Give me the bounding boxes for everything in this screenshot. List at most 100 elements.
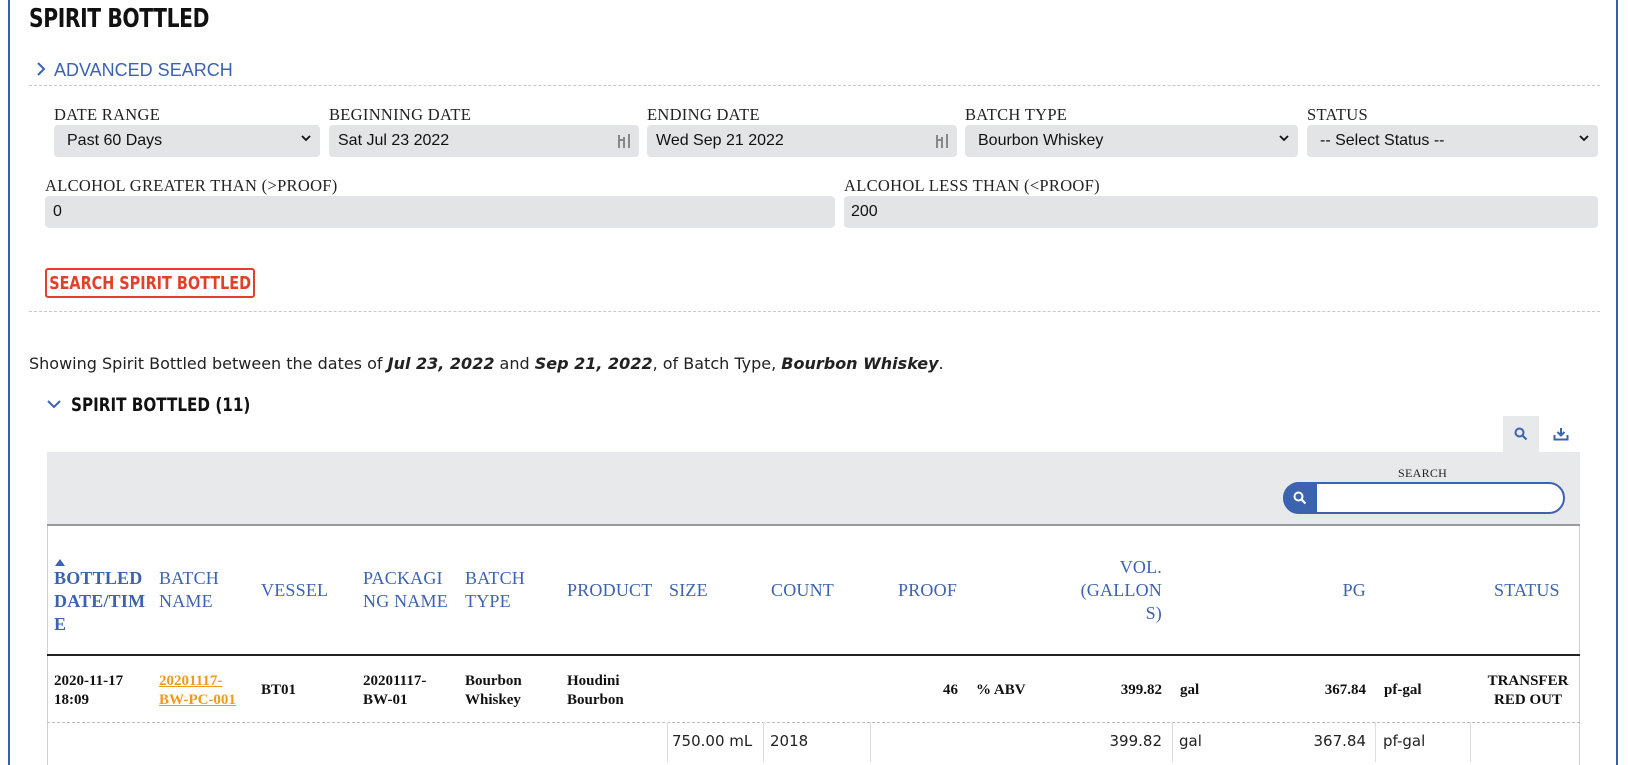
alcohol-lt-label: ALCOHOL LESS THAN (<PROOF): [844, 176, 1100, 195]
cell-bottled: 2020-11-17 18:09: [54, 672, 123, 710]
cell-packaging-name: 20201117- BW-01: [363, 672, 426, 710]
cell-line: 20201117-: [159, 673, 223, 689]
column-header-bottled[interactable]: BOTTLED DATE/TIM E: [54, 567, 145, 636]
chevron-down-icon: [1279, 135, 1289, 142]
batch-type-label: BATCH TYPE: [965, 105, 1068, 124]
beginning-date-input[interactable]: Sat Jul 23 2022: [329, 125, 639, 157]
summary-mid: , of Batch Type,: [652, 354, 782, 373]
divider: [29, 311, 1600, 312]
calendar-icon[interactable]: [617, 133, 631, 149]
cell-separator: [1470, 722, 1471, 762]
column-header-size[interactable]: SIZE: [669, 579, 708, 602]
column-header-product[interactable]: PRODUCT: [567, 579, 652, 602]
download-button[interactable]: [1543, 416, 1579, 452]
header-line: (GALLON: [1080, 580, 1162, 600]
search-icon: [1283, 482, 1317, 514]
column-header-batch-type[interactable]: BATCH TYPE: [465, 567, 525, 613]
cell-status: TRANSFER RED OUT: [1480, 672, 1576, 710]
alcohol-gt-label: ALCOHOL GREATER THAN (>PROOF): [45, 176, 338, 195]
cell-separator: [763, 722, 764, 762]
batch-type-value: Bourbon Whiskey: [978, 132, 1104, 149]
section-toggle[interactable]: SPIRIT BOTTLED (11): [47, 394, 295, 416]
search-spirit-bottled-button[interactable]: SEARCH SPIRIT BOTTLED: [45, 268, 255, 298]
batch-type-select[interactable]: Bourbon Whiskey: [965, 125, 1298, 157]
summary-start-date: Jul 23, 2022: [387, 354, 495, 373]
status-value: -- Select Status --: [1320, 132, 1445, 149]
alcohol-lt-input[interactable]: 200: [844, 196, 1598, 228]
search-icon: [1514, 427, 1528, 441]
cell-separator: [667, 722, 668, 762]
batch-name-link[interactable]: 20201117- BW-PC-001: [159, 672, 236, 710]
header-line: BATCH: [465, 568, 526, 588]
cell-line: BW-01: [363, 692, 408, 708]
cell-proof: 46: [943, 682, 958, 698]
detail-pg: 367.84: [1313, 732, 1367, 750]
alcohol-gt-input[interactable]: 0: [45, 196, 835, 228]
cell-line: 2020-11-17: [54, 673, 124, 689]
chevron-down-icon: [1579, 135, 1589, 142]
summary-batch-type: Bourbon Whiskey: [781, 354, 939, 373]
table-search-toggle-button[interactable]: [1503, 416, 1539, 452]
summary-suffix: .: [938, 354, 944, 373]
cell-product: Houdini Bourbon: [567, 672, 624, 710]
beginning-date-value: Sat Jul 23 2022: [338, 132, 450, 149]
advanced-search-toggle[interactable]: ADVANCED SEARCH: [36, 60, 233, 81]
cell-line: Houdini: [567, 673, 620, 689]
divider: [29, 85, 1600, 86]
cell-line: Bourbon: [465, 673, 522, 689]
summary-and: and: [494, 354, 535, 373]
header-line: S): [1145, 603, 1162, 623]
cell-line: TRANSFER: [1487, 673, 1569, 689]
header-line: NAME: [159, 591, 213, 611]
results-table: [47, 526, 1580, 765]
column-header-count[interactable]: COUNT: [771, 579, 834, 602]
detail-size: 750.00 mL: [672, 732, 753, 750]
cell-pg: 367.84: [1324, 682, 1366, 698]
column-header-status[interactable]: STATUS: [1494, 579, 1560, 602]
cell-line: Bourbon: [567, 692, 624, 708]
header-line: BOTTLED: [54, 568, 143, 588]
ending-date-value: Wed Sep 21 2022: [656, 132, 784, 149]
cell-separator: [1172, 722, 1173, 762]
advanced-search-label: ADVANCED SEARCH: [54, 60, 233, 80]
date-range-value: Past 60 Days: [67, 132, 163, 149]
cell-line: Whiskey: [465, 692, 521, 708]
column-header-proof[interactable]: PROOF: [898, 579, 957, 602]
header-line: NG NAME: [363, 591, 448, 611]
header-line: E: [54, 614, 67, 634]
table-search-input[interactable]: [1283, 482, 1565, 514]
cell-vessel: BT01: [261, 682, 297, 698]
ending-date-input[interactable]: Wed Sep 21 2022: [647, 125, 957, 157]
table-search-label: SEARCH: [1398, 466, 1448, 480]
column-header-vessel[interactable]: VESSEL: [261, 579, 328, 602]
chevron-down-icon: [47, 396, 61, 414]
cell-proof-unit: % ABV: [976, 682, 1026, 698]
detail-vol: 399.82: [1109, 732, 1163, 750]
summary-prefix: Showing Spirit Bottled between the dates…: [29, 354, 388, 373]
alcohol-lt-value: 200: [851, 203, 878, 220]
row-divider: [47, 722, 1580, 723]
header-line: DATE/TIM: [54, 591, 146, 611]
calendar-icon[interactable]: [935, 133, 949, 149]
column-header-batch-name[interactable]: BATCH NAME: [159, 567, 219, 613]
ending-date-label: ENDING DATE: [647, 105, 760, 124]
chevron-down-icon: [301, 135, 311, 142]
detail-pg-unit: pf-gal: [1383, 732, 1426, 750]
cell-vol: 399.82: [1120, 682, 1162, 698]
status-label: STATUS: [1307, 105, 1368, 124]
chevron-right-icon: [36, 60, 46, 81]
column-header-vol[interactable]: VOL. (GALLON S): [1050, 556, 1162, 625]
column-header-pg[interactable]: PG: [1300, 579, 1366, 602]
column-header-packaging-name[interactable]: PACKAGI NG NAME: [363, 567, 448, 613]
cell-line: 20201117-: [363, 673, 427, 689]
date-range-select[interactable]: Past 60 Days: [54, 125, 320, 157]
cell-pg-unit: pf-gal: [1384, 682, 1422, 698]
header-divider: [47, 654, 1580, 656]
header-line: BATCH: [159, 568, 220, 588]
results-summary: Showing Spirit Bottled between the dates…: [29, 354, 944, 373]
section-title: SPIRIT BOTTLED (11): [71, 394, 251, 416]
status-select[interactable]: -- Select Status --: [1307, 125, 1598, 157]
page-title: SPIRIT BOTTLED: [29, 4, 210, 34]
cell-line: 18:09: [54, 692, 89, 708]
cell-line: RED OUT: [1494, 692, 1562, 708]
